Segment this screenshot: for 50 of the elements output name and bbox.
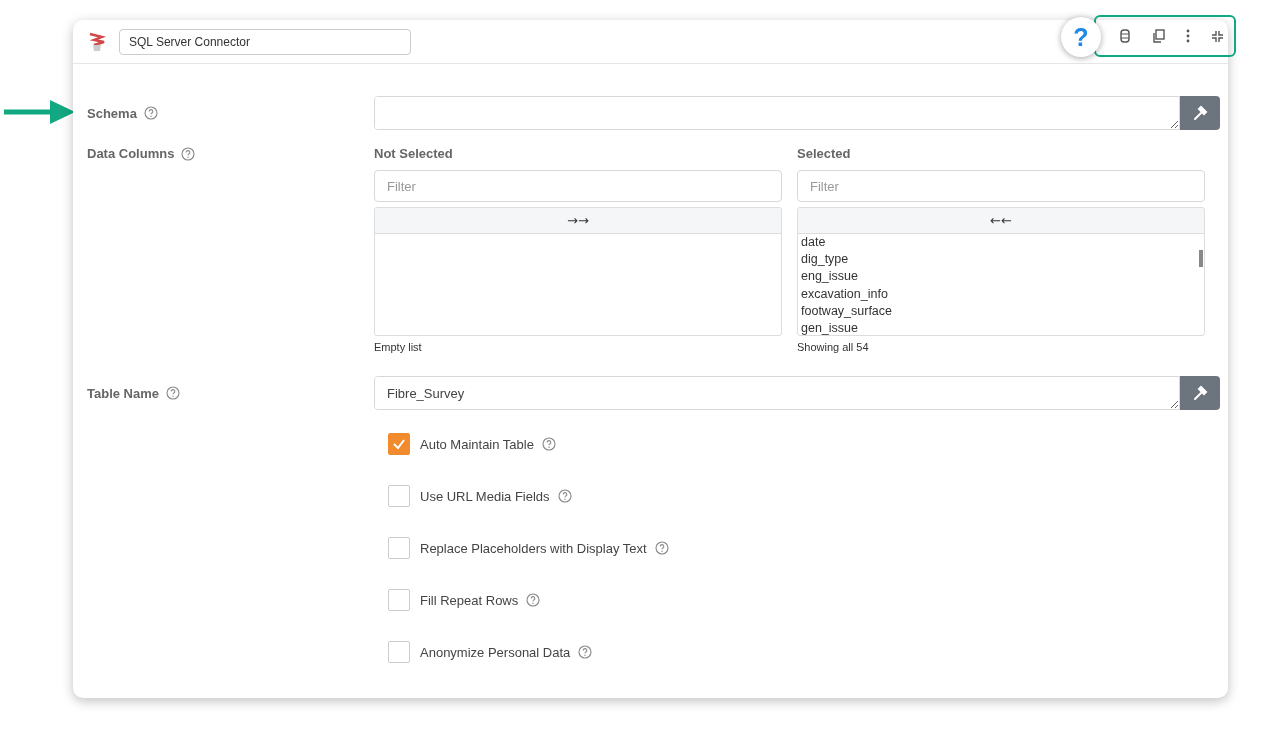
help-icon[interactable] [578, 645, 593, 659]
copy-icon[interactable] [1151, 29, 1165, 43]
move-all-button[interactable]: →→ [375, 208, 781, 234]
list-heading: Not Selected [374, 146, 454, 163]
schema-field[interactable] [374, 96, 1180, 130]
help-icon[interactable] [526, 593, 541, 607]
check-icon [392, 438, 406, 450]
field-label: Data Columns [87, 146, 175, 161]
option-label: Use URL Media Fields [420, 488, 550, 504]
connector-name-field[interactable]: SQL Server Connector [119, 28, 411, 55]
collapse-icon[interactable] [1210, 29, 1224, 43]
checkbox[interactable] [388, 485, 410, 507]
builder-button[interactable] [1180, 376, 1220, 410]
builder-button[interactable] [1180, 96, 1220, 130]
list-heading: Selected [797, 146, 852, 163]
help-icon[interactable] [654, 541, 669, 555]
help-button[interactable]: ? [1061, 17, 1101, 57]
option-label: Auto Maintain Table [420, 436, 534, 452]
list-caption: Showing all 54 [797, 341, 870, 353]
field-label: Schema [87, 105, 137, 121]
help-icon[interactable] [557, 489, 572, 503]
table-name-field[interactable]: Fibre_Survey [374, 376, 1180, 410]
help-icon[interactable] [541, 437, 556, 451]
more-icon[interactable] [1185, 29, 1190, 43]
filter-field[interactable]: Filter [797, 170, 1205, 202]
hammer-icon [1192, 385, 1208, 401]
list-item[interactable]: dig_type [801, 251, 1204, 269]
option-label: Replace Placeholders with Display Text [420, 540, 647, 556]
checkbox[interactable] [388, 537, 410, 559]
help-icon[interactable] [166, 386, 180, 400]
help-icon[interactable] [181, 146, 196, 161]
option-label: Anonymize Personal Data [420, 644, 571, 660]
list-item[interactable]: excavation_info [801, 285, 1204, 303]
checkbox[interactable] [388, 433, 410, 455]
hammer-icon [1192, 105, 1208, 121]
field-label: Table Name [87, 385, 159, 401]
list-item[interactable]: gen_issue [801, 320, 1204, 335]
help-icon[interactable] [143, 106, 158, 120]
checkbox[interactable] [388, 589, 410, 611]
filter-field[interactable]: Filter [374, 170, 782, 202]
list-item[interactable]: eng_issue [801, 268, 1204, 286]
checkbox[interactable] [388, 641, 410, 663]
option-label: Fill Repeat Rows [420, 592, 519, 608]
list-item[interactable]: date [801, 234, 1204, 252]
database-logo-icon [87, 30, 107, 53]
scrollbar-thumb[interactable] [1199, 250, 1203, 267]
database-icon[interactable] [1118, 29, 1131, 43]
list-caption: Empty list [374, 341, 423, 353]
move-all-button[interactable]: ←← [798, 208, 1204, 234]
list-item[interactable]: footway_surface [801, 302, 1204, 320]
